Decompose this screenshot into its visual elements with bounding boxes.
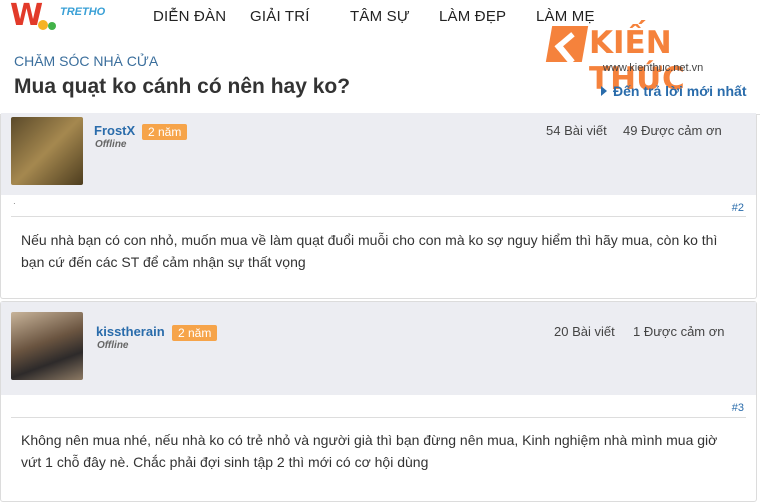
membership-badge: 2 năm (172, 325, 218, 341)
jump-label: Đến trả lời mới nhất (613, 83, 747, 99)
divider (11, 417, 746, 418)
post-number-link[interactable]: #3 (732, 402, 744, 414)
post-count: 20 Bài viết (554, 324, 615, 339)
watermark-url: www.kienthuc.net.vn (603, 62, 704, 74)
logo-w-icon: W (10, 0, 43, 33)
membership-badge: 2 năm (142, 124, 188, 140)
jump-to-latest-link[interactable]: Đến trả lời mới nhất (601, 83, 746, 99)
avatar[interactable] (11, 117, 83, 185)
thread-title: Mua quạt ko cánh có nên hay ko? (14, 75, 351, 98)
post-item: FrostX 2 năm Offline 54 Bài viết 49 Được… (0, 113, 757, 299)
username-link[interactable]: FrostX (94, 123, 135, 138)
thanks-count: 1 Được cảm ơn (633, 324, 725, 339)
logo-dot-icon (48, 22, 56, 30)
avatar[interactable] (11, 312, 83, 380)
post-item: kisstherain 2 năm Offline 20 Bài viết 1 … (0, 301, 757, 502)
nav-item-lam-dep[interactable]: LÀM ĐẸP (439, 8, 506, 25)
nav-item-giai-tri[interactable]: GIẢI TRÍ (250, 8, 310, 25)
logo-text: TRETHO (60, 6, 106, 18)
online-status: Offline (97, 340, 129, 351)
nav-item-tam-su[interactable]: TÂM SỰ (350, 8, 410, 25)
logo-dot-icon (38, 20, 48, 30)
online-status: Offline (95, 139, 127, 150)
nav-item-lam-me[interactable]: LÀM MẸ (536, 8, 595, 25)
site-logo[interactable]: W TRETHO (10, 0, 110, 34)
post-count: 54 Bài viết (546, 123, 607, 138)
divider (11, 216, 746, 217)
kienthuc-watermark: KIẾN THỨC (545, 24, 759, 97)
dot-marker: · (13, 199, 16, 208)
post-message: Không nên mua nhé, nếu nhà ko có trẻ nhỏ… (21, 432, 718, 470)
kienthuc-logo-icon (545, 26, 589, 62)
post-message: Nếu nhà bạn có con nhỏ, muốn mua về làm … (21, 232, 718, 270)
post-number-link[interactable]: #2 (732, 202, 744, 214)
post-user-bar: FrostX 2 năm Offline 54 Bài viết 49 Được… (1, 113, 756, 195)
post-user-bar: kisstherain 2 năm Offline 20 Bài viết 1 … (1, 302, 756, 395)
triangle-right-icon (601, 86, 607, 96)
thanks-count: 49 Được cảm ơn (623, 123, 722, 138)
nav-item-dien-dan[interactable]: DIỄN ĐÀN (153, 8, 226, 25)
username-link[interactable]: kisstherain (96, 324, 165, 339)
breadcrumb-category[interactable]: CHĂM SÓC NHÀ CỬA (14, 53, 158, 69)
